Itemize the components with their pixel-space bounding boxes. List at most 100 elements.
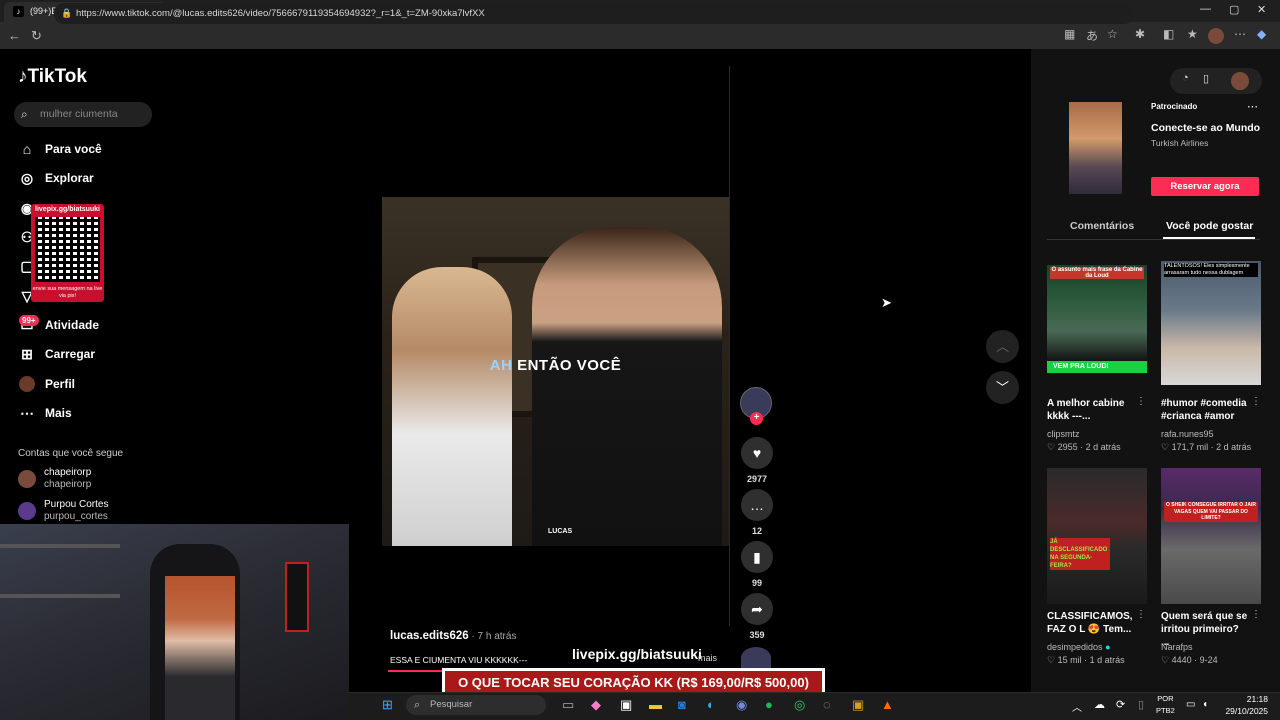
nav-perfil[interactable]: Perfil: [18, 373, 75, 395]
next-video-button[interactable]: ﹀: [986, 371, 1019, 404]
tiktok-logo[interactable]: ♪TikTok: [18, 66, 87, 88]
close-window-icon[interactable]: ✕: [1257, 3, 1266, 16]
whatsapp-icon[interactable]: ◎: [794, 697, 805, 713]
language-indicator[interactable]: POR PTB2: [1156, 693, 1175, 717]
streamer-webcam: [0, 524, 349, 720]
card-more-icon[interactable]: ⋮: [1251, 609, 1261, 620]
more-link[interactable]: mais: [698, 653, 717, 663]
volume-icon[interactable]: ◖: [1202, 699, 1208, 710]
bookmark-icon[interactable]: ▮: [741, 541, 773, 573]
save-action[interactable]: ▮ 99: [741, 541, 773, 588]
nav-carregar[interactable]: ⊞ Carregar: [18, 343, 95, 365]
profile-avatar[interactable]: [1208, 28, 1224, 44]
outlook-icon[interactable]: ◙: [678, 697, 686, 712]
video-author[interactable]: lucas.edits626 · 7 h atrás: [390, 630, 516, 642]
tray-chevron-icon[interactable]: ︿: [1072, 699, 1082, 714]
card-more-icon[interactable]: ⋮: [1136, 609, 1146, 620]
ad-thumbnail[interactable]: [1069, 102, 1122, 194]
taskbar-search-label: Pesquisar: [430, 699, 473, 710]
tab-divider: [1047, 239, 1260, 240]
tab-comentarios[interactable]: Comentários: [1070, 220, 1134, 232]
thumbnail-strip: VEM PRA LOUD!: [1047, 361, 1147, 373]
logo-text: TikTok: [27, 66, 87, 87]
comment-action[interactable]: … 12: [741, 489, 773, 536]
following-account[interactable]: Purpou Cortes purpou_cortes: [18, 499, 108, 525]
share-icon[interactable]: ➦: [741, 593, 773, 625]
back-icon[interactable]: ←: [8, 28, 21, 43]
restore-icon[interactable]: ▢: [1229, 3, 1239, 16]
nav-mais[interactable]: ⋯ Mais: [18, 402, 72, 424]
edge-icon[interactable]: ◐: [707, 697, 715, 712]
nav-label: Perfil: [45, 377, 76, 391]
gauge-icon[interactable]: ◔: [1182, 72, 1189, 84]
streamlabs-icon[interactable]: ▲: [881, 697, 894, 712]
split-icon[interactable]: ◧: [1163, 27, 1174, 41]
card-title[interactable]: A melhor cabine kkkk ---...: [1047, 397, 1135, 423]
mic-icon[interactable]: ▯: [1138, 698, 1144, 711]
ad-more-icon[interactable]: ⋯: [1247, 100, 1258, 113]
system-clock[interactable]: 21:18 29/10/2025: [1222, 693, 1268, 717]
author-name: lucas.edits626: [390, 630, 469, 642]
search-placeholder: mulher ciumenta: [40, 108, 118, 120]
following-header: Contas que você segue: [18, 448, 124, 459]
extensions-icon[interactable]: ✱: [1135, 27, 1145, 41]
app-icon[interactable]: ▣: [852, 697, 864, 713]
store-icon[interactable]: ▣: [620, 697, 632, 713]
nav-explorar[interactable]: ◎ Explorar: [18, 167, 94, 189]
suggested-video-thumbnail[interactable]: JÁ DESCLASSIFICADO NA SEGUNDA-FEIRA?: [1047, 468, 1147, 604]
ad-cta-button[interactable]: Reservar agora: [1151, 177, 1259, 196]
taskbar-search[interactable]: ⌕ Pesquisar: [406, 695, 546, 715]
suggested-video-thumbnail[interactable]: O SHEIK CONSEGUE IRRITAR O JAIR VAGAS QU…: [1161, 468, 1261, 604]
heart-icon[interactable]: ♥: [741, 437, 773, 469]
comment-icon[interactable]: …: [741, 489, 773, 521]
card-author[interactable]: Narafps: [1161, 642, 1193, 652]
search-input[interactable]: ⌕ mulher ciumenta: [14, 102, 152, 127]
discord-icon[interactable]: ◉: [736, 697, 747, 713]
address-bar[interactable]: 🔒 https://www.tiktok.com/@lucas.edits626…: [54, 3, 1134, 24]
user-avatar[interactable]: [1231, 72, 1249, 90]
refresh-icon[interactable]: ↻: [31, 28, 42, 44]
card-author[interactable]: clipsmtz: [1047, 429, 1080, 439]
like-action[interactable]: ♥ 2977: [741, 437, 773, 484]
comment-count: 12: [751, 526, 762, 536]
card-stats: ♡ 15 mil · 1 d atrás: [1047, 655, 1125, 666]
translate-icon[interactable]: あ: [1086, 27, 1098, 44]
collections-icon[interactable]: ★: [1187, 27, 1198, 41]
ad-sponsored-tag: Patrocinado: [1151, 102, 1198, 111]
suggested-video-thumbnail[interactable]: TALENTOSOS! Eles simplesmente arrasaram …: [1161, 261, 1261, 385]
following-account[interactable]: chapeirorp chapeirorp: [18, 467, 91, 493]
thumbnail-text: O SHEIK CONSEGUE IRRITAR O JAIR VAGAS QU…: [1164, 502, 1258, 522]
cloud-icon[interactable]: ☁: [1094, 698, 1105, 711]
suggested-video-thumbnail[interactable]: O assunto mais frase da Cabine da Loud V…: [1047, 265, 1147, 375]
folder-icon[interactable]: ▬: [649, 697, 662, 712]
phone-icon[interactable]: ▯: [1203, 72, 1209, 85]
card-author[interactable]: rafa.nunes95: [1161, 429, 1214, 439]
obs-icon[interactable]: ◌: [823, 697, 831, 712]
task-view-icon[interactable]: ▭: [562, 697, 574, 713]
copilot-app-icon[interactable]: ◆: [591, 697, 601, 713]
thumbnail-text: JÁ DESCLASSIFICADO NA SEGUNDA-FEIRA?: [1050, 538, 1110, 570]
menu-dots-icon[interactable]: ⋯: [1234, 27, 1246, 41]
copilot-icon[interactable]: ◆: [1257, 27, 1266, 41]
card-more-icon[interactable]: ⋮: [1136, 396, 1146, 407]
apps-icon[interactable]: ▦: [1064, 27, 1075, 41]
card-likes: ♡ 2955: [1047, 442, 1078, 452]
previous-video-button[interactable]: ︿: [986, 330, 1019, 363]
nav-label: Explorar: [45, 171, 94, 185]
card-more-icon[interactable]: ⋮: [1251, 396, 1261, 407]
windows-start-icon[interactable]: ⊞: [382, 697, 393, 713]
nav-para-voce[interactable]: ⌂ Para você: [18, 138, 102, 160]
favorite-star-icon[interactable]: ☆: [1107, 27, 1118, 41]
card-title[interactable]: #humor #comedia #crianca #amor: [1161, 397, 1249, 423]
network-icon[interactable]: ▭: [1186, 699, 1195, 710]
minimize-icon[interactable]: —: [1200, 3, 1211, 15]
card-title[interactable]: CLASSIFICAMOS, FAZ O L 😍 Tem...: [1047, 610, 1135, 636]
card-author[interactable]: desimpedidos ●: [1047, 642, 1111, 652]
follow-plus-icon[interactable]: +: [750, 412, 763, 425]
music-disc[interactable]: [741, 647, 771, 669]
share-action[interactable]: ➦ 359: [741, 593, 773, 640]
sync-icon[interactable]: ⟳: [1116, 698, 1125, 711]
spotify-icon[interactable]: ●: [765, 697, 773, 712]
tab-voce-pode-gostar[interactable]: Você pode gostar: [1166, 220, 1253, 232]
shelf: [0, 544, 120, 548]
